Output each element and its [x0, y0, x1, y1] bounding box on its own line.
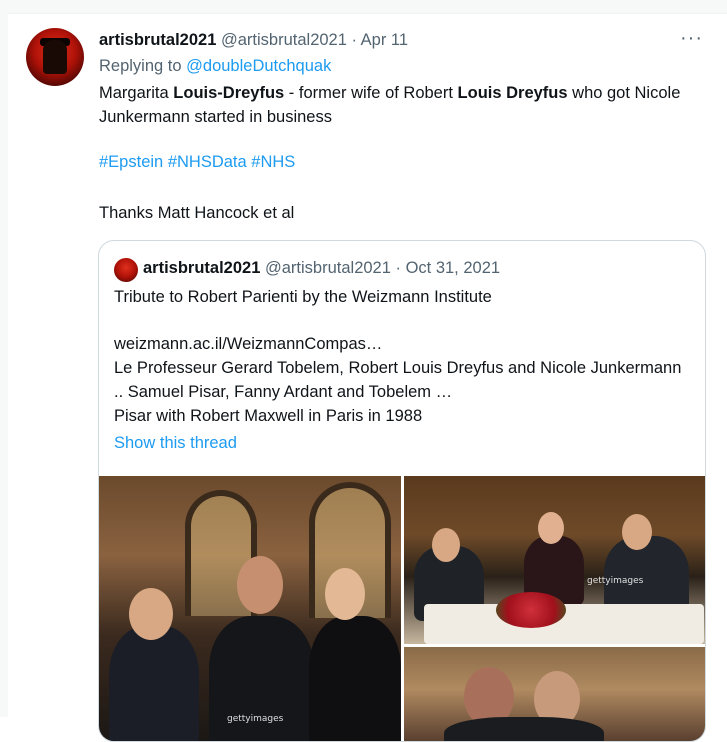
- person-head: [538, 512, 564, 544]
- person-right: [309, 616, 401, 741]
- user-handle[interactable]: @artisbrutal2021: [221, 31, 347, 49]
- photo-group-portrait[interactable]: gettyimages: [99, 476, 401, 741]
- quoted-date: Oct 31, 2021: [405, 259, 501, 277]
- text-part: - former wife of Robert: [284, 84, 458, 102]
- replying-to-link[interactable]: @doubleDutchquak: [186, 57, 331, 75]
- show-thread-link[interactable]: Show this thread: [114, 434, 237, 453]
- hashtag-link[interactable]: #Epstein: [99, 153, 163, 171]
- photo-two-men[interactable]: [404, 647, 705, 741]
- quoted-line: Pisar with Robert Maxwell in Paris in 19…: [114, 407, 423, 425]
- replying-to-label: Replying to: [99, 57, 187, 75]
- tweet-date[interactable]: Apr 11: [361, 31, 408, 49]
- person-head: [432, 528, 460, 562]
- person-head: [622, 514, 652, 550]
- more-options-icon[interactable]: ···: [680, 27, 703, 50]
- person-left: [109, 626, 199, 741]
- person-head: [129, 588, 173, 640]
- tweet-text-closing: Thanks Matt Hancock et al: [99, 204, 295, 222]
- photo-grid[interactable]: gettyimages gettyimages: [99, 476, 705, 741]
- quoted-display-name: artisbrutal2021: [143, 259, 261, 277]
- quoted-line: Le Professeur Gerard Tobelem, Robert Lou…: [114, 359, 682, 401]
- avatar-figure-shape: [43, 40, 67, 74]
- left-gutter: [0, 0, 8, 717]
- replying-to: Replying to @doubleDutchquak: [99, 57, 331, 76]
- quoted-tweet[interactable]: artisbrutal2021 @artisbrutal2021 · Oct 3…: [98, 240, 706, 742]
- hashtag-link[interactable]: #NHSData: [168, 153, 247, 171]
- watermark: gettyimages: [227, 714, 284, 724]
- quoted-body: weizmann.ac.il/WeizmannCompas… Le Profes…: [114, 332, 694, 428]
- text-bold: Louis Dreyfus: [457, 84, 568, 102]
- tweet[interactable]: artisbrutal2021 @artisbrutal2021 · Apr 1…: [8, 14, 727, 742]
- quoted-header: artisbrutal2021 @artisbrutal2021 · Oct 3…: [143, 259, 500, 278]
- quoted-avatar: [114, 258, 138, 282]
- tweet-header: artisbrutal2021 @artisbrutal2021 · Apr 1…: [99, 31, 727, 51]
- text-bold: Louis-Dreyfus: [173, 84, 285, 102]
- flower-centerpiece: [496, 592, 566, 628]
- quoted-link-text: weizmann.ac.il/WeizmannCompas…: [114, 335, 383, 353]
- person-head: [325, 568, 365, 620]
- tweet-text: Margarita Louis-Dreyfus - former wife of…: [99, 81, 709, 129]
- avatar[interactable]: [26, 28, 84, 86]
- watermark: gettyimages: [587, 576, 644, 586]
- hashtags: #Epstein #NHSData #NHS: [99, 153, 295, 172]
- display-name[interactable]: artisbrutal2021: [99, 31, 216, 49]
- person-suits: [444, 717, 604, 741]
- text-part: Margarita: [99, 84, 174, 102]
- separator-dot: ·: [390, 259, 406, 277]
- hashtag-link[interactable]: #NHS: [251, 153, 295, 171]
- top-divider: [0, 0, 727, 14]
- quoted-text: Tribute to Robert Parienti by the Weizma…: [114, 288, 492, 306]
- separator-dot: ·: [346, 31, 361, 49]
- person-head: [237, 556, 283, 614]
- photo-dinner[interactable]: gettyimages: [404, 476, 705, 644]
- quoted-handle: @artisbrutal2021: [265, 259, 391, 277]
